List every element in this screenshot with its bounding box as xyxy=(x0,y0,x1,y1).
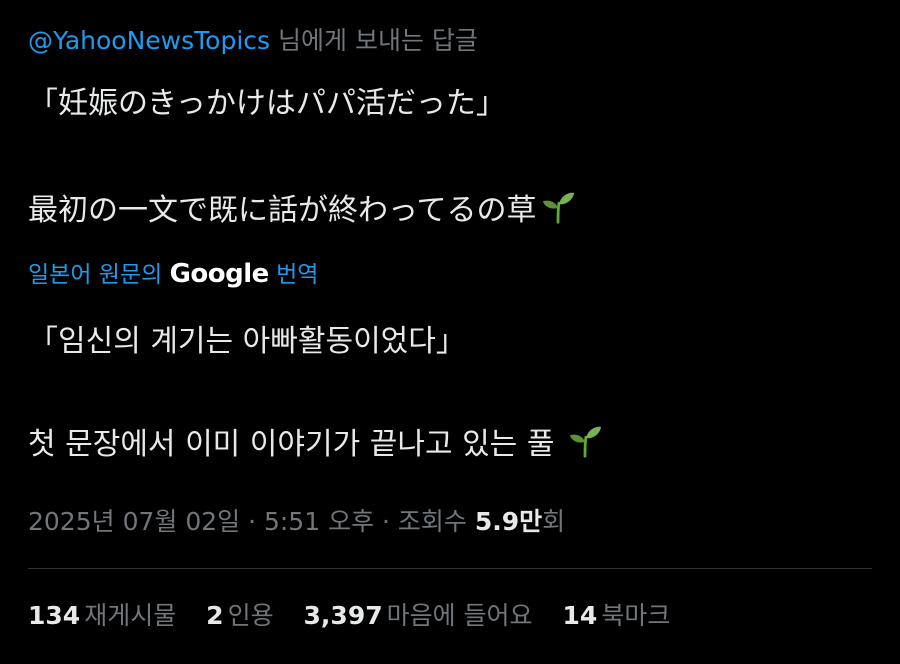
timestamp[interactable]: 2025년 07월 02일 · 5:51 오후 · 조회수 xyxy=(28,507,475,536)
seedling-icon xyxy=(569,426,602,458)
translated-suffix: 번역 xyxy=(268,262,319,288)
translated-text-line-1: 「임신의 계기는 아빠활동이었다」 xyxy=(28,324,466,359)
stat-label: 재게시물 xyxy=(84,601,177,630)
stat-label: 마음에 들어요 xyxy=(386,601,533,630)
divider xyxy=(28,568,872,569)
stat-bookmarks[interactable]: 14 북마크 xyxy=(563,598,671,634)
mention-link[interactable]: @YahooNewsTopics xyxy=(28,26,270,55)
stat-count: 3,397 xyxy=(303,601,383,630)
tweet-detail: @YahooNewsTopics 님에게 보내는 답글 「妊娠のきっかけはパパ活… xyxy=(0,0,900,664)
translated-prefix: 일본어 원문의 xyxy=(28,262,170,288)
google-logo: Google xyxy=(169,259,270,289)
stat-count: 2 xyxy=(206,601,224,630)
stat-count: 134 xyxy=(28,601,81,630)
reply-context: @YahooNewsTopics 님에게 보내는 답글 xyxy=(28,24,478,58)
stat-likes[interactable]: 3,397 마음에 들어요 xyxy=(304,598,533,634)
tweet-text-line-2-text: 最初の一文で既に話が終わってるの草 xyxy=(28,193,537,228)
tweet-text-line-1: 「妊娠のきっかけはパパ活だった」 xyxy=(28,86,506,121)
stat-count: 14 xyxy=(562,601,598,630)
stat-quotes[interactable]: 2 인용 xyxy=(206,598,273,634)
reply-context-suffix: 님에게 보내는 답글 xyxy=(270,26,478,55)
stat-reposts[interactable]: 134 재게시물 xyxy=(28,598,176,634)
views-suffix: 회 xyxy=(542,507,566,536)
seedling-icon xyxy=(542,192,574,224)
translated-by-google[interactable]: 일본어 원문의 Google 번역 xyxy=(28,256,318,293)
engagement-stats: 134 재게시물 2 인용 3,397 마음에 들어요 14 북마크 xyxy=(28,598,692,634)
translated-text-line-2: 첫 문장에서 이미 이야기가 끝나고 있는 풀 xyxy=(28,424,602,465)
stat-label: 북마크 xyxy=(601,601,671,630)
tweet-meta: 2025년 07월 02일 · 5:51 오후 · 조회수 5.9만회 xyxy=(28,504,565,540)
translated-text-line-2-text: 첫 문장에서 이미 이야기가 끝나고 있는 풀 xyxy=(28,427,564,462)
stat-label: 인용 xyxy=(227,601,274,630)
tweet-text-line-2: 最初の一文で既に話が終わってるの草 xyxy=(28,190,575,231)
views-count[interactable]: 5.9만 xyxy=(475,507,542,536)
